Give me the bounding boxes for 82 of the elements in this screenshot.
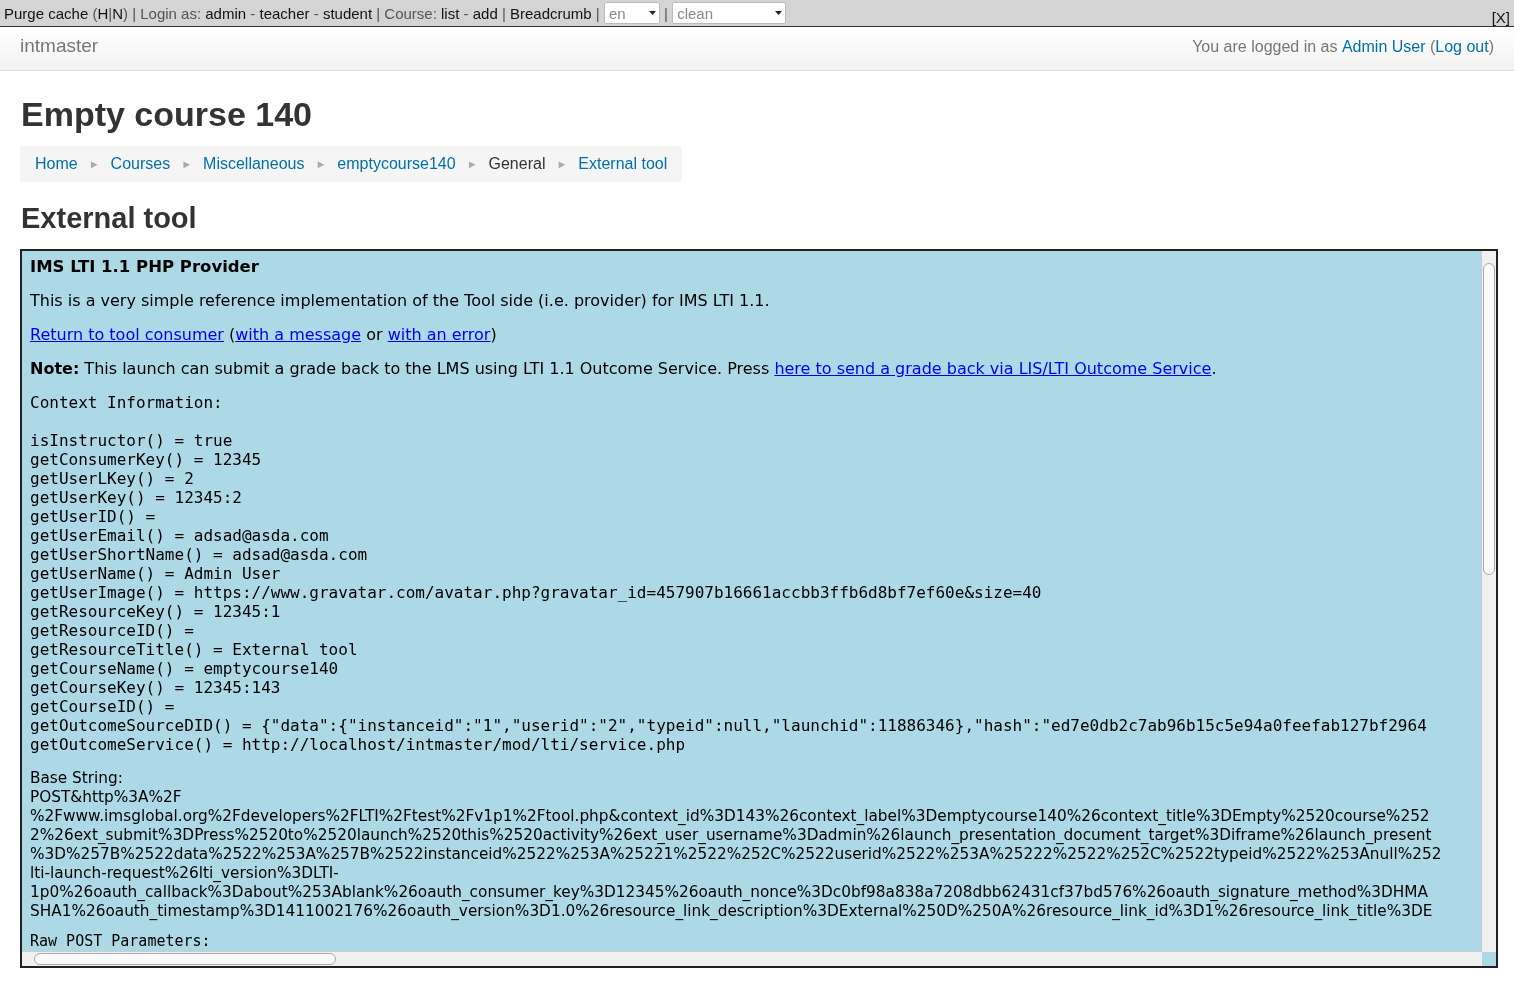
dev-separator: (	[91, 4, 98, 22]
dev-separator: -	[312, 4, 320, 22]
context-line: isInstructor() = true	[30, 431, 234, 450]
base-string-line: 2%26ext_submit%3DPress%2520to%2520launch%2520this%2520activity%26ext_user_username%3Dadmin%26launch_presentation_document_target%3Diframe%26launch_present	[30, 826, 1433, 845]
crumb-link[interactable]: External tool	[578, 155, 668, 173]
frame-link[interactable]: with a message	[235, 325, 362, 344]
close-link[interactable]: [X]	[1491, 8, 1510, 26]
horizontal-scrollbar[interactable]	[22, 951, 1482, 966]
dropdown[interactable]: clean	[672, 2, 787, 24]
context-line: getUserID() =	[30, 507, 157, 526]
dev-link[interactable]: N	[112, 4, 123, 22]
base-string-line: 1p0%26oauth_callback%3Dabout%253Ablank%26oauth_consumer_key%3D12345%26oauth_nonce%3Dc0bf98a838a7208dbb62431cf37bd576%26oauth_signature_method%3DHMA	[30, 883, 1429, 902]
breadcrumb-separator: ►	[181, 158, 193, 170]
base-string-line: %2Fwww.imsglobal.org%2Fdevelopers%2FLTI%2Ftest%2Fv1p1%2Ftool.php&context_id%3D143%26context_label%3Demptycourse140%26context_title%3DEmpty%2520course%252	[30, 807, 1431, 826]
context-heading: Context Information:	[30, 393, 224, 412]
dev-separator: |	[594, 4, 601, 22]
dev-link[interactable]: admin	[205, 4, 247, 22]
vertical-scrollbar[interactable]	[1481, 251, 1496, 952]
context-line: getUserImage() = https://www.gravatar.com/avatar.php?gravatar_id=457907b16661accbb3ffb6d8bf7ef60e&size=40	[30, 583, 1043, 602]
dev-link[interactable]: add	[472, 4, 498, 22]
context-line: getCourseKey() = 12345:143	[30, 678, 282, 697]
crumb-current: General	[488, 155, 546, 173]
dev-separator: -	[462, 4, 470, 22]
base-string-line: SHA1%26oauth_timestamp%3D1411002176%26oauth_version%3D1.0%26resource_link_description%3DExternal%250D%250A%26resource_link_id%3D1%26resource_link_title%3DE	[30, 902, 1434, 921]
caret-icon	[775, 11, 783, 15]
dev-separator: | Course:	[375, 4, 438, 22]
dev-link[interactable]: H	[97, 4, 109, 22]
caret-icon	[648, 11, 656, 15]
breadcrumb-separator: ►	[315, 158, 327, 170]
dropdown[interactable]: en	[603, 2, 660, 24]
crumb-link[interactable]: Miscellaneous	[203, 155, 305, 173]
site-name[interactable]: intmaster	[20, 35, 99, 57]
context-line: getResourceTitle() = External tool	[30, 640, 359, 659]
dev-link[interactable]: list	[441, 4, 460, 22]
context-line: getUserLKey() = 2	[30, 469, 195, 488]
dev-link[interactable]: student	[322, 4, 373, 22]
crumb-link[interactable]: Home	[35, 155, 78, 173]
context-line: getConsumerKey() = 12345	[30, 450, 263, 469]
raw-heading: Raw POST Parameters:	[30, 933, 212, 950]
dev-link[interactable]: teacher	[259, 4, 310, 22]
paren: )	[1488, 38, 1494, 55]
frame-link[interactable]: with an error	[387, 325, 491, 344]
grade-link[interactable]: here to send a grade back via LIS/LTI Outcome Service	[774, 359, 1212, 378]
crumb-link[interactable]: Courses	[110, 155, 171, 173]
user-link[interactable]: Admin User	[1341, 38, 1426, 55]
context-line: getUserEmail() = adsad@asda.com	[30, 526, 330, 545]
dev-link[interactable]: Breadcrumb	[509, 4, 592, 22]
context-line: getUserKey() = 12345:2	[30, 488, 243, 507]
base-string-line: lti-launch-request%26lti_version%3DLTI-	[30, 864, 340, 883]
intro-text: This is a very simple reference implementation of the Tool side (i.e. provider) for IMS LTI 1.1.	[30, 291, 771, 310]
context-line: getResourceKey() = 12345:1	[30, 602, 282, 621]
dev-separator: ) | Login as:	[123, 4, 203, 22]
frame-heading: IMS LTI 1.1 PHP Provider	[30, 257, 260, 276]
section-title: External tool	[21, 202, 198, 235]
logout-link[interactable]: Log out	[1435, 38, 1489, 55]
base-heading: Base String:	[30, 769, 124, 788]
breadcrumb-separator: ►	[88, 158, 100, 170]
dev-separator: |	[108, 4, 113, 22]
dev-separator: |	[500, 4, 507, 22]
link-text: or	[365, 325, 384, 344]
page-title: Empty course 140	[21, 95, 314, 134]
paren: (	[1429, 38, 1436, 55]
dev-separator: -	[249, 4, 257, 22]
context-line: getCourseID() =	[30, 697, 176, 716]
context-line: getResourceID() =	[30, 621, 195, 640]
breadcrumb-separator: ►	[556, 158, 568, 170]
context-line: getOutcomeSourceDID() = {"data":{"instanceid":"1","userid":"2","typeid":null,"launchid":11886346},"hash":"ed7e0db2c7ab96b15c5e94a0feefab127bf2964	[30, 716, 1428, 735]
frame-link[interactable]: Return to tool consumer	[30, 325, 224, 344]
context-line: getCourseName() = emptycourse140	[30, 659, 340, 678]
dev-separator: |	[663, 4, 669, 22]
context-line: getUserName() = Admin User	[30, 564, 282, 583]
base-string-line: %3D%257B%2522data%2522%253A%257B%2522instanceid%2522%253A%25221%2522%252C%2522userid%2522%253A%25222%2522%252C%2522typeid%2522%253Anull%252	[30, 845, 1443, 864]
breadcrumb-separator: ►	[466, 158, 478, 170]
context-line: getUserShortName() = adsad@asda.com	[30, 545, 369, 564]
login-text: You are logged in as	[1192, 38, 1338, 55]
dev-link[interactable]: Purge cache	[4, 4, 89, 22]
crumb-link[interactable]: emptycourse140	[337, 155, 456, 173]
note-text: Note: This launch can submit a grade back to the LMS using LTI 1.1 Outcome Service. Press here to send a grade back via LIS/LTI Outcome Service.	[30, 359, 1218, 378]
link-text: )	[490, 325, 497, 344]
link-text: (	[228, 325, 236, 344]
base-string-line: POST&http%3A%2F	[30, 788, 183, 807]
context-line: getOutcomeService() = http://localhost/intmaster/mod/lti/service.php	[30, 735, 687, 754]
